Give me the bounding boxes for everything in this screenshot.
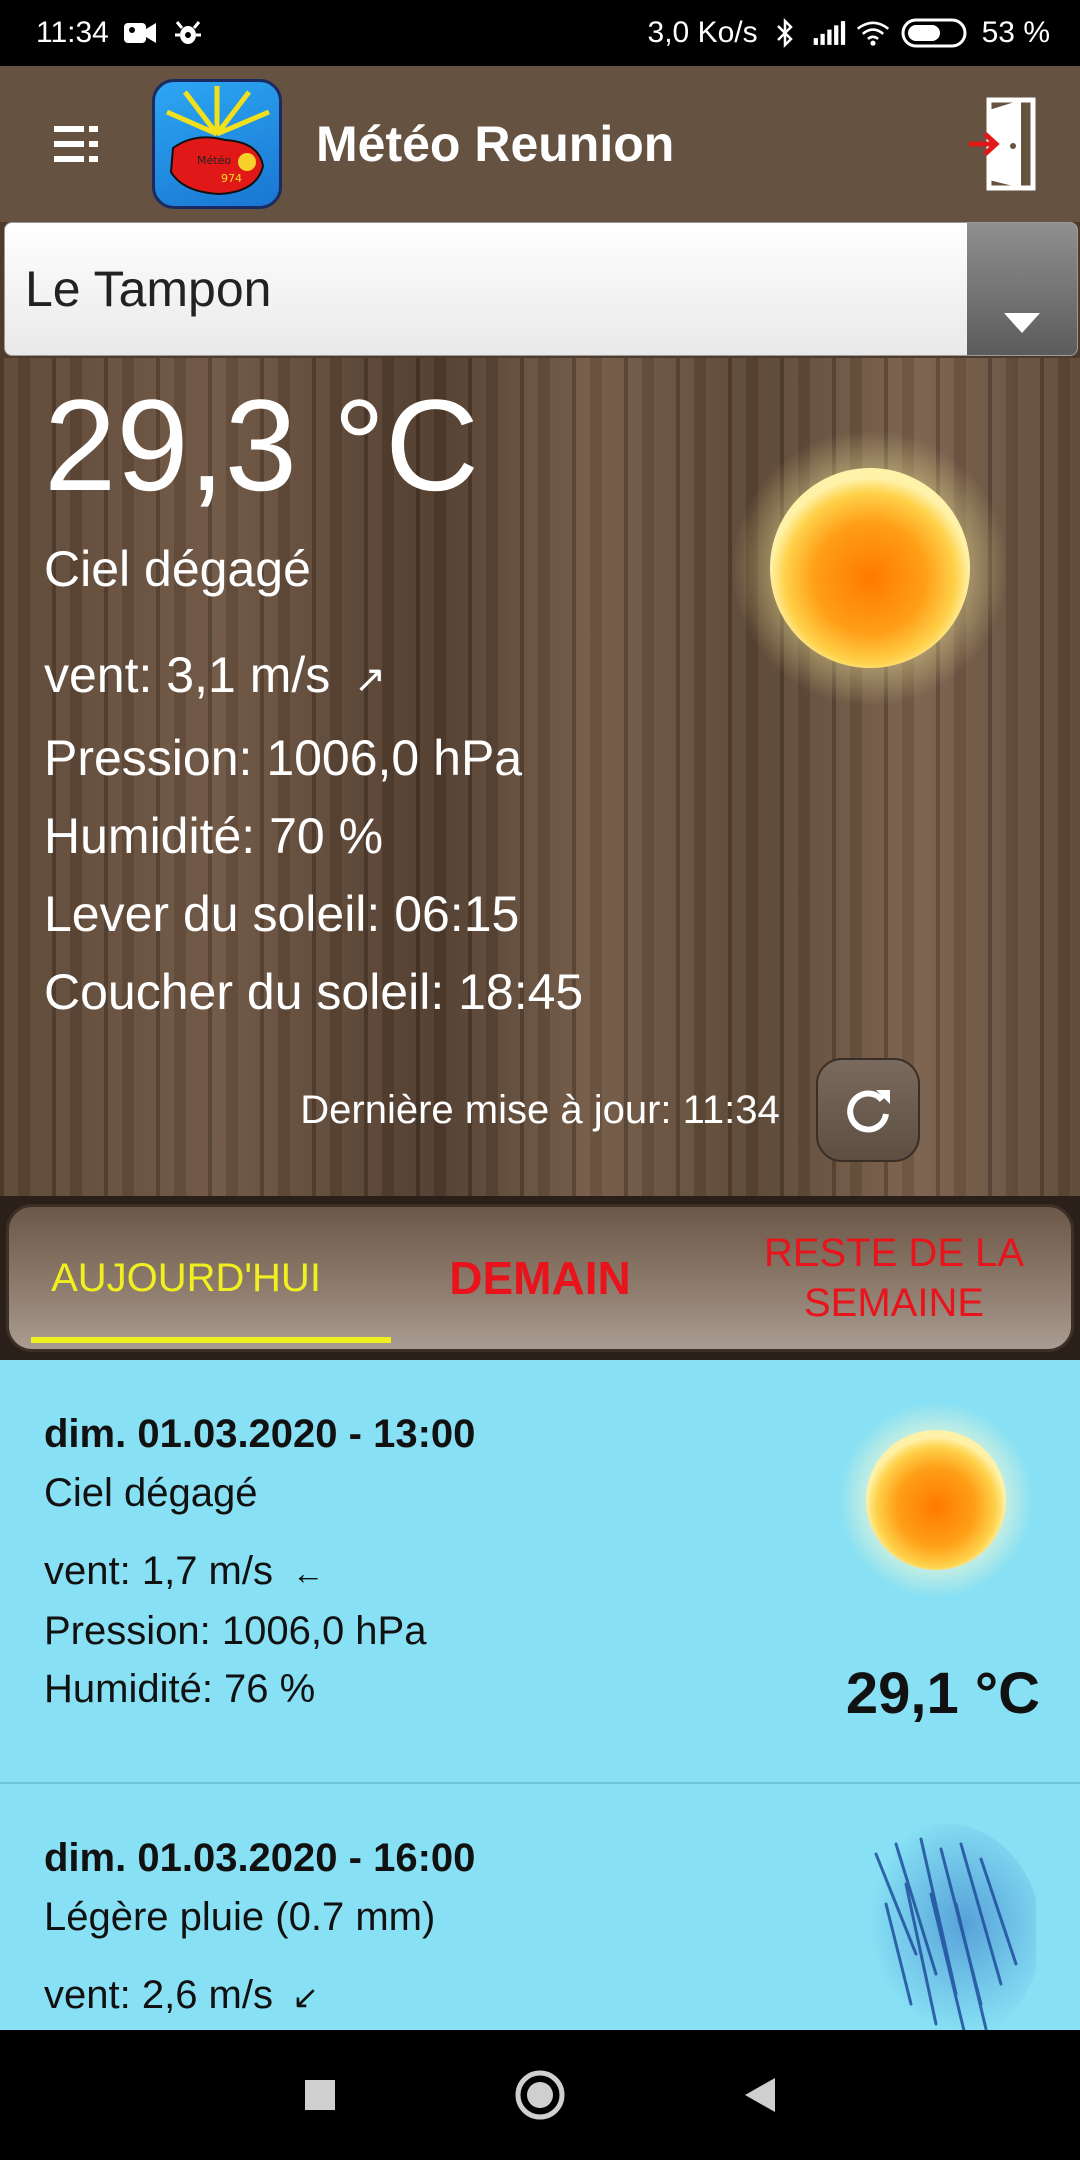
signal-icon	[812, 16, 846, 50]
dropdown-arrow-button[interactable]	[967, 223, 1077, 355]
wind-direction-icon: ↙	[292, 1979, 319, 2015]
network-speed: 3,0 Ko/s	[647, 16, 758, 49]
system-nav-bar	[0, 2030, 1080, 2160]
current-details: vent: 3,1 m/s ↗ Pression: 1006,0 hPa Hum…	[44, 636, 583, 1031]
tab-today-label: AUJOURD'HUI	[51, 1256, 321, 1300]
current-humidity: Humidité: 70 %	[44, 808, 384, 864]
forecast-item[interactable]: dim. 01.03.2020 - 16:00 Légère pluie (0.…	[0, 1784, 1080, 2030]
tab-week-label-line1: RESTE DE LA	[763, 1231, 1025, 1275]
tab-selected-indicator	[31, 1337, 391, 1343]
bug-icon	[171, 16, 205, 50]
tab-tomorrow[interactable]: DEMAIN	[363, 1207, 717, 1349]
tab-today[interactable]: AUJOURD'HUI	[9, 1207, 363, 1349]
status-bar: 11:34 3,0 Ko/s 53 %	[0, 0, 1080, 66]
forecast-pressure: Pression: 1006,0 hPa	[44, 1609, 427, 1653]
svg-text:974: 974	[221, 172, 242, 185]
current-sunrise: Lever du soleil: 06:15	[44, 886, 520, 942]
forecast-tabs-container: AUJOURD'HUI DEMAIN RESTE DE LA SEMAINE	[0, 1196, 1080, 1360]
current-wind: vent: 3,1 m/s	[44, 647, 331, 703]
home-button[interactable]	[510, 2065, 570, 2125]
current-weather-panel: 29,3 °C Ciel dégagé vent: 3,1 m/s ↗ Pres…	[0, 358, 1080, 1196]
battery-icon	[900, 16, 972, 50]
last-update-text: Dernière mise à jour: 11:34	[300, 1087, 780, 1132]
current-temperature: 29,3 °C	[44, 372, 480, 518]
square-icon	[305, 2080, 335, 2110]
location-selected: Le Tampon	[25, 261, 272, 317]
menu-icon	[54, 126, 98, 162]
forecast-tabs: AUJOURD'HUI DEMAIN RESTE DE LA SEMAINE	[6, 1204, 1074, 1352]
exit-door-icon	[969, 97, 1036, 191]
sun-icon	[730, 428, 1010, 708]
tab-week-label-line2: SEMAINE	[803, 1281, 985, 1325]
svg-text:Météo: Météo	[197, 154, 231, 167]
recent-apps-button[interactable]	[290, 2065, 350, 2125]
wind-direction-icon: ←	[292, 1555, 325, 1591]
current-pressure: Pression: 1006,0 hPa	[44, 730, 523, 786]
refresh-icon	[846, 1090, 890, 1133]
exit-button[interactable]	[964, 89, 1044, 199]
app-screen: 11:34 3,0 Ko/s 53 % Météo 974 Météo Reun…	[0, 0, 1080, 2160]
current-description: Ciel dégagé	[44, 541, 311, 597]
app-logo: Météo 974	[152, 79, 282, 209]
home-circle-icon	[515, 2070, 565, 2120]
current-sunset: Coucher du soleil: 18:45	[44, 964, 584, 1020]
app-title: Météo Reunion	[316, 116, 675, 172]
last-update-row: Dernière mise à jour: 11:34	[0, 1058, 1080, 1162]
forecast-item[interactable]: dim. 01.03.2020 - 13:00 Ciel dégagé vent…	[0, 1360, 1080, 1784]
wifi-icon	[856, 16, 890, 50]
tab-tomorrow-label: DEMAIN	[449, 1252, 631, 1304]
menu-button[interactable]	[36, 104, 116, 184]
status-time: 11:34	[36, 16, 109, 49]
forecast-list[interactable]: dim. 01.03.2020 - 13:00 Ciel dégagé vent…	[0, 1360, 1080, 2030]
rain-icon	[836, 1824, 1041, 2030]
current-wind-row: vent: 3,1 m/s ↗	[44, 636, 583, 719]
bluetooth-icon	[768, 16, 802, 50]
chevron-down-icon	[1004, 313, 1040, 333]
forecast-wind: vent: 2,6 m/s	[44, 1973, 273, 2017]
back-button[interactable]	[730, 2065, 790, 2125]
battery-percent: 53 %	[981, 16, 1050, 49]
video-camera-icon	[123, 16, 157, 50]
tab-rest-of-week[interactable]: RESTE DE LA SEMAINE	[717, 1207, 1071, 1349]
back-triangle-icon	[745, 2078, 775, 2112]
app-bar: Météo 974 Météo Reunion	[0, 66, 1080, 222]
location-select-box[interactable]: Le Tampon	[4, 222, 1078, 356]
sun-icon	[836, 1400, 1036, 1600]
refresh-button[interactable]	[815, 1058, 920, 1162]
location-dropdown[interactable]: Le Tampon	[0, 222, 1080, 358]
forecast-wind: vent: 1,7 m/s	[44, 1549, 273, 1593]
forecast-temperature: 29,1 °C	[845, 1661, 1040, 1726]
wind-direction-icon: ↗	[354, 659, 386, 701]
